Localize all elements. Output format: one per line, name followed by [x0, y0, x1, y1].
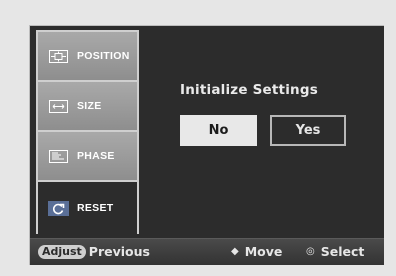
dialog-title: Initialize Settings: [180, 82, 318, 98]
previous-label: Previous: [88, 244, 150, 259]
osd-menu-panel: POSITION SIZE PHASE RESET Initialize Set…: [29, 25, 384, 265]
previous-hint: Adjust Previous: [38, 244, 150, 259]
move-label: Move: [244, 244, 283, 259]
sidebar-menu: POSITION SIZE PHASE RESET: [36, 30, 139, 234]
sidebar-item-position[interactable]: POSITION: [38, 32, 137, 82]
yes-button[interactable]: Yes: [270, 115, 346, 146]
select-circle-icon: ◎: [306, 246, 315, 257]
position-icon: [48, 49, 69, 64]
no-button[interactable]: No: [180, 115, 257, 146]
sidebar-item-reset[interactable]: RESET: [38, 182, 137, 234]
sidebar-item-size[interactable]: SIZE: [38, 82, 137, 132]
select-label: Select: [320, 244, 365, 259]
sidebar-item-label: POSITION: [77, 50, 130, 62]
reset-icon: [48, 200, 69, 216]
adjust-badge: Adjust: [38, 244, 86, 259]
sidebar-item-phase[interactable]: PHASE: [38, 132, 137, 182]
select-hint: ◎ Select: [306, 244, 364, 259]
move-arrows-icon: ◆: [231, 246, 239, 257]
move-hint: ◆ Move: [231, 244, 282, 259]
status-bar: Adjust Previous ◆ Move ◎ Select: [30, 238, 384, 265]
sidebar-item-label: PHASE: [77, 150, 115, 162]
size-icon: [48, 99, 69, 114]
sidebar-item-label: SIZE: [77, 100, 102, 112]
phase-icon: [48, 149, 69, 164]
sidebar-item-label: RESET: [77, 202, 114, 214]
